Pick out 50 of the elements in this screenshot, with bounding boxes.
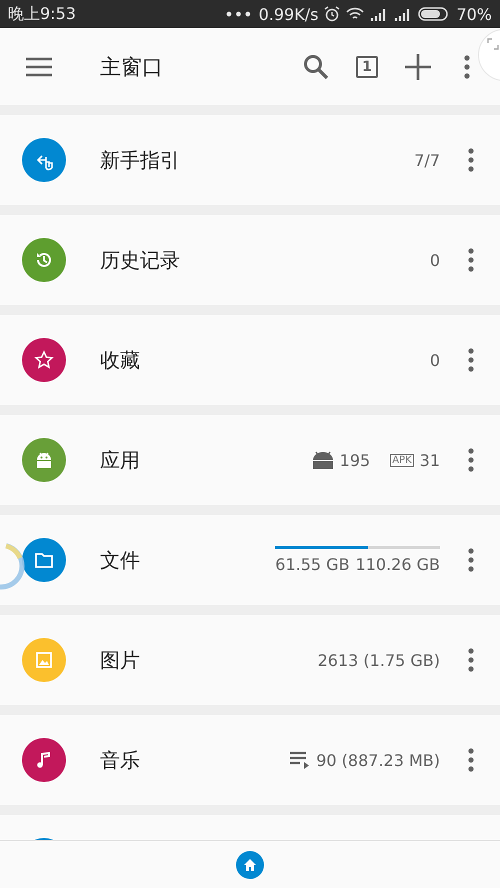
window-title: 主窗口 xyxy=(100,54,164,80)
item-title: 应用 xyxy=(100,446,141,474)
installed-count: 195 xyxy=(340,450,370,470)
add-button[interactable] xyxy=(403,52,433,82)
more-icon xyxy=(468,148,474,172)
status-dots: ••• xyxy=(224,4,253,24)
item-title: 音乐 xyxy=(100,746,141,774)
battery-percent: 70% xyxy=(456,4,492,24)
used-size: 61.55 GB xyxy=(275,555,350,574)
home-icon xyxy=(243,858,257,872)
more-icon xyxy=(468,248,474,272)
more-icon xyxy=(468,348,474,372)
more-icon xyxy=(468,548,474,572)
item-count: 7/7 xyxy=(414,150,440,170)
plus-icon xyxy=(405,54,431,80)
home-button[interactable] xyxy=(236,850,264,878)
item-title: 历史记录 xyxy=(100,246,181,274)
total-size: 110.26 GB xyxy=(356,555,440,574)
more-icon xyxy=(468,648,474,672)
more-icon xyxy=(464,54,470,78)
item-title: 文件 xyxy=(100,546,141,574)
more-icon xyxy=(468,748,474,772)
item-title: 新手指引 xyxy=(100,146,181,174)
item-count: 0 xyxy=(430,350,440,370)
item-title: 图片 xyxy=(100,646,141,674)
more-icon xyxy=(468,448,474,472)
item-count: 2613 (1.75 GB) xyxy=(318,650,440,670)
list-item[interactable]: 音乐 90 (887.23 MB) xyxy=(0,715,500,805)
alarm-icon xyxy=(324,6,340,22)
playlist-icon xyxy=(290,751,310,769)
item-title: 收藏 xyxy=(100,346,141,374)
search-icon xyxy=(303,54,329,80)
list-item[interactable]: 新手指引 7/7 xyxy=(0,115,500,205)
apk-label: APK xyxy=(390,454,414,466)
android-icon xyxy=(312,451,334,469)
apk-count: 31 xyxy=(420,450,440,470)
wifi-icon xyxy=(346,7,364,21)
status-time: 晚上9:53 xyxy=(8,4,76,24)
list-item[interactable]: 收藏 0 xyxy=(0,315,500,405)
song-count: 90 (887.23 MB) xyxy=(316,750,440,770)
list-item[interactable]: 历史记录 0 xyxy=(0,215,500,305)
item-count: 0 xyxy=(430,250,440,270)
network-speed: 0.99K/s xyxy=(258,4,318,24)
expand-icon xyxy=(487,38,499,50)
list-item[interactable]: 图片 2613 (1.75 GB) xyxy=(0,615,500,705)
battery-icon xyxy=(418,7,450,21)
list-item[interactable]: 文件 61.55 GB 110.26 GB xyxy=(0,515,500,605)
tab-count-button[interactable]: 1 xyxy=(356,56,378,78)
menu-icon xyxy=(26,56,52,76)
list-item[interactable]: 应用 195 APK 31 xyxy=(0,415,500,505)
